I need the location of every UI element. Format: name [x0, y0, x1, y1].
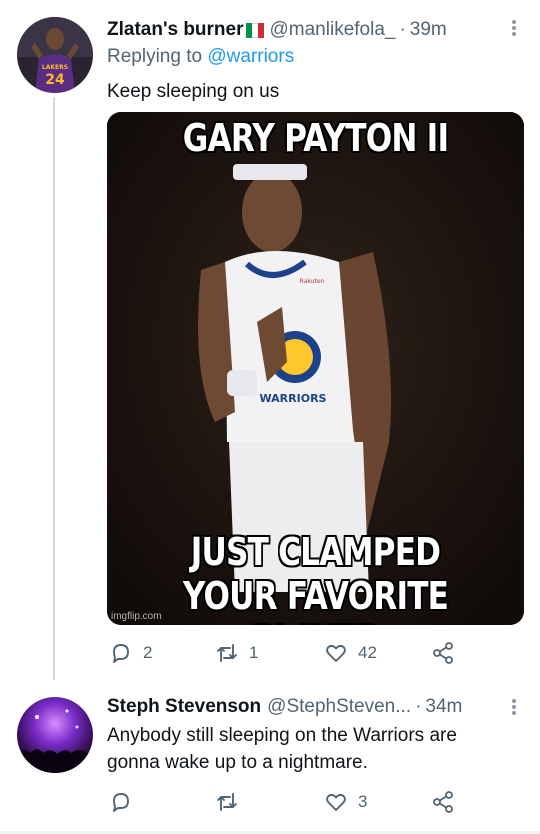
retweet-count: 1: [249, 643, 259, 662]
jersey-sponsor-text: Rakuten: [300, 278, 325, 285]
author-handle[interactable]: @manlikefola_: [270, 19, 396, 41]
thread-connector-line: [53, 97, 55, 680]
meme-top-caption: GARY PAYTON II: [182, 116, 449, 160]
reply-button[interactable]: 2: [109, 641, 152, 665]
tweet-text: Anybody still sleeping on the Warriors a…: [107, 722, 522, 776]
more-icon[interactable]: [510, 17, 518, 39]
like-count: 42: [358, 643, 377, 662]
share-icon: [433, 791, 453, 813]
like-icon: [326, 644, 346, 662]
separator-dot: ·: [415, 696, 422, 717]
reply-icon: [113, 793, 129, 812]
tweet-text: Keep sleeping on us: [107, 81, 280, 102]
retweet-button[interactable]: [215, 790, 239, 814]
more-icon[interactable]: [510, 696, 518, 718]
like-icon: [326, 793, 346, 811]
tweet-actions: 2 1 42: [107, 641, 527, 669]
author-handle[interactable]: @StephSteven...: [267, 696, 411, 718]
reply-icon: [113, 644, 129, 663]
tweet-time[interactable]: 39m: [410, 19, 447, 41]
meme-bottom-caption-line2: YOUR FAVORITE PLAYER: [182, 574, 449, 625]
author-name[interactable]: Steph Stevenson: [107, 696, 261, 718]
replying-prefix: Replying to: [107, 46, 203, 67]
tweet-media[interactable]: Rakuten WARRIORS GARY PAYTON II JUST CLA…: [107, 112, 524, 625]
meme-bottom-caption-line1: JUST CLAMPED: [190, 530, 441, 574]
share-button[interactable]: [431, 790, 455, 814]
reply-count: 2: [143, 643, 153, 662]
retweet-icon: [217, 793, 237, 811]
avatar-jersey-text: LAKERS: [42, 64, 68, 71]
share-button[interactable]: [431, 641, 455, 665]
author-name[interactable]: Zlatan's burner: [107, 19, 244, 41]
replying-mention[interactable]: @warriors: [207, 46, 294, 67]
media-watermark: imgflip.com: [111, 611, 162, 622]
tweet-text-line2: gonna wake up to a nightmare.: [107, 752, 368, 773]
tweet-actions: 3: [107, 790, 527, 818]
tweet-text-line1: Anybody still sleeping on the Warriors a…: [107, 725, 457, 746]
italy-flag-icon: [245, 22, 264, 38]
tweet-time[interactable]: 34m: [425, 696, 462, 718]
tweet-header: Zlatan's burner @manlikefola_ · 39m: [107, 16, 447, 44]
tweet-header: Steph Stevenson @StephSteven... · 34m: [107, 693, 462, 721]
avatar[interactable]: LAKERS 24: [17, 17, 93, 93]
retweet-button[interactable]: 1: [215, 641, 258, 665]
jersey-text: WARRIORS: [260, 392, 327, 405]
retweet-icon: [217, 644, 237, 662]
like-count: 3: [358, 792, 368, 811]
like-button[interactable]: 42: [324, 641, 377, 665]
avatar-jersey-number: 24: [45, 72, 65, 88]
meme-bottom-caption: JUST CLAMPED YOUR FAVORITE PLAYER: [145, 530, 487, 625]
reply-button[interactable]: [109, 790, 133, 814]
replying-to: Replying to @warriors: [107, 46, 294, 68]
share-icon: [433, 642, 453, 664]
separator-dot: ·: [399, 19, 406, 40]
like-button[interactable]: 3: [324, 790, 367, 814]
avatar[interactable]: [17, 697, 93, 773]
